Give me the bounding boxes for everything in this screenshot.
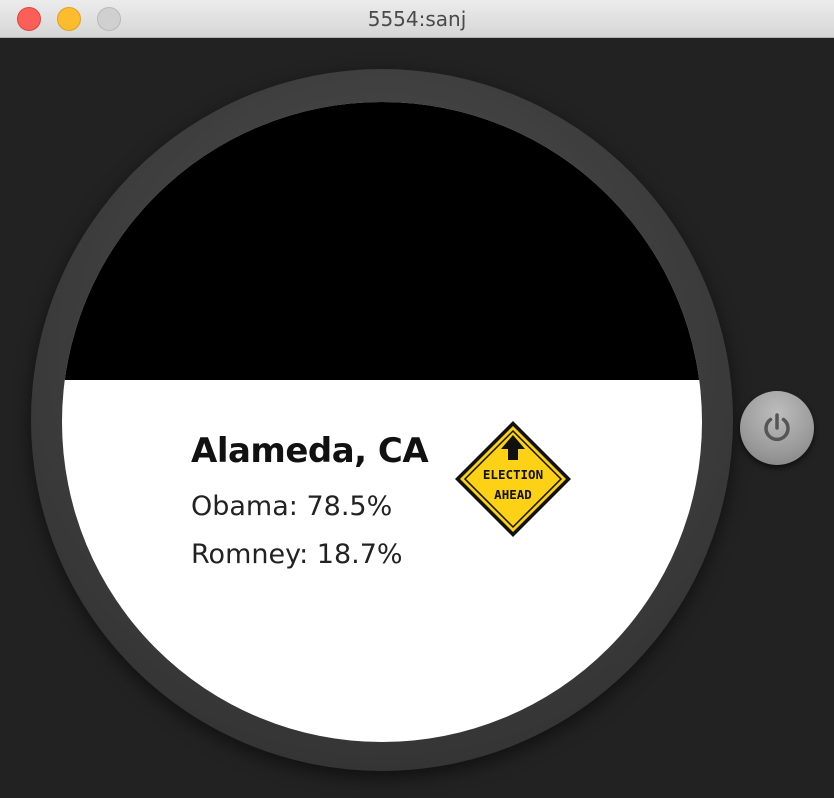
- romney-result: Romney: 18.7%: [191, 539, 403, 570]
- emulator-window: 5554:sanj Alameda, CA Obama: 78.5% Romne…: [0, 0, 834, 798]
- title-bar: 5554:sanj: [0, 0, 834, 38]
- screen-top-panel: [62, 102, 702, 380]
- election-ahead-sign-icon: ELECTION AHEAD: [455, 421, 571, 537]
- obama-result: Obama: 78.5%: [191, 491, 393, 522]
- power-icon: [764, 413, 790, 442]
- window-title: 5554:sanj: [367, 7, 467, 31]
- sign-line-1: ELECTION: [483, 467, 543, 482]
- power-button[interactable]: [740, 391, 814, 465]
- location-title: Alameda, CA: [191, 431, 429, 471]
- sign-line-2: AHEAD: [494, 487, 532, 502]
- watch-screen[interactable]: Alameda, CA Obama: 78.5% Romney: 18.7% E…: [62, 102, 702, 742]
